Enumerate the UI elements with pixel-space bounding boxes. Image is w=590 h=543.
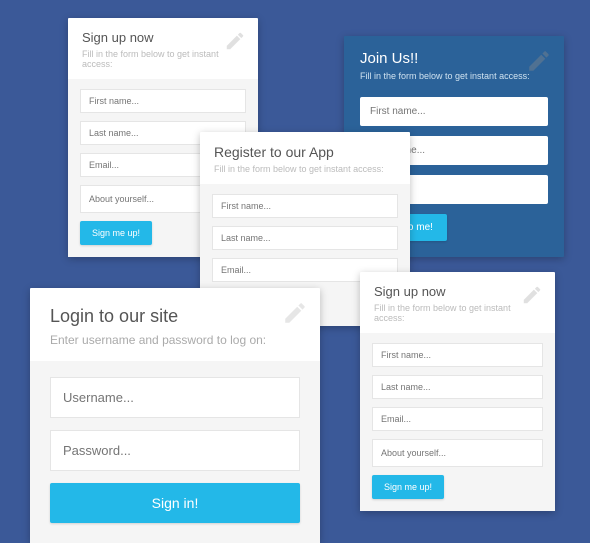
card-header: Register to our App Fill in the form bel… — [200, 132, 410, 184]
card-title: Sign up now — [374, 284, 541, 299]
card-title: Join Us!! — [360, 50, 548, 67]
email-input[interactable] — [372, 407, 543, 431]
card-header: Sign up now Fill in the form below to ge… — [360, 272, 555, 333]
card-header: Join Us!! Fill in the form below to get … — [344, 36, 564, 91]
first-name-input[interactable] — [360, 97, 548, 126]
signup-button[interactable]: Sign me up! — [372, 475, 444, 499]
card-subtitle: Fill in the form below to get instant ac… — [374, 303, 541, 323]
about-input[interactable] — [372, 439, 543, 467]
card-subtitle: Fill in the form below to get instant ac… — [360, 71, 548, 81]
card-body: Sign in! — [30, 361, 320, 543]
first-name-input[interactable] — [80, 89, 246, 113]
card-subtitle: Fill in the form below to get instant ac… — [214, 164, 396, 174]
pencil-icon — [526, 48, 552, 74]
first-name-input[interactable] — [212, 194, 398, 218]
signup-button[interactable]: Sign me up! — [80, 221, 152, 245]
login-card: Login to our site Enter username and pas… — [30, 288, 320, 543]
card-title: Sign up now — [82, 30, 244, 45]
pencil-icon — [224, 30, 246, 52]
card-subtitle: Enter username and password to log on: — [50, 333, 300, 347]
last-name-input[interactable] — [372, 375, 543, 399]
pencil-icon — [521, 284, 543, 306]
card-header: Sign up now Fill in the form below to ge… — [68, 18, 258, 79]
card-header: Login to our site Enter username and pas… — [30, 288, 320, 361]
card-title: Register to our App — [214, 144, 396, 160]
card-subtitle: Fill in the form below to get instant ac… — [82, 49, 244, 69]
card-body: Sign me up! — [360, 333, 555, 511]
username-input[interactable] — [50, 377, 300, 418]
signin-button[interactable]: Sign in! — [50, 483, 300, 523]
signup-card-2: Sign up now Fill in the form below to ge… — [360, 272, 555, 511]
pencil-icon — [282, 300, 308, 326]
password-input[interactable] — [50, 430, 300, 471]
card-title: Login to our site — [50, 306, 300, 327]
last-name-input[interactable] — [212, 226, 398, 250]
first-name-input[interactable] — [372, 343, 543, 367]
